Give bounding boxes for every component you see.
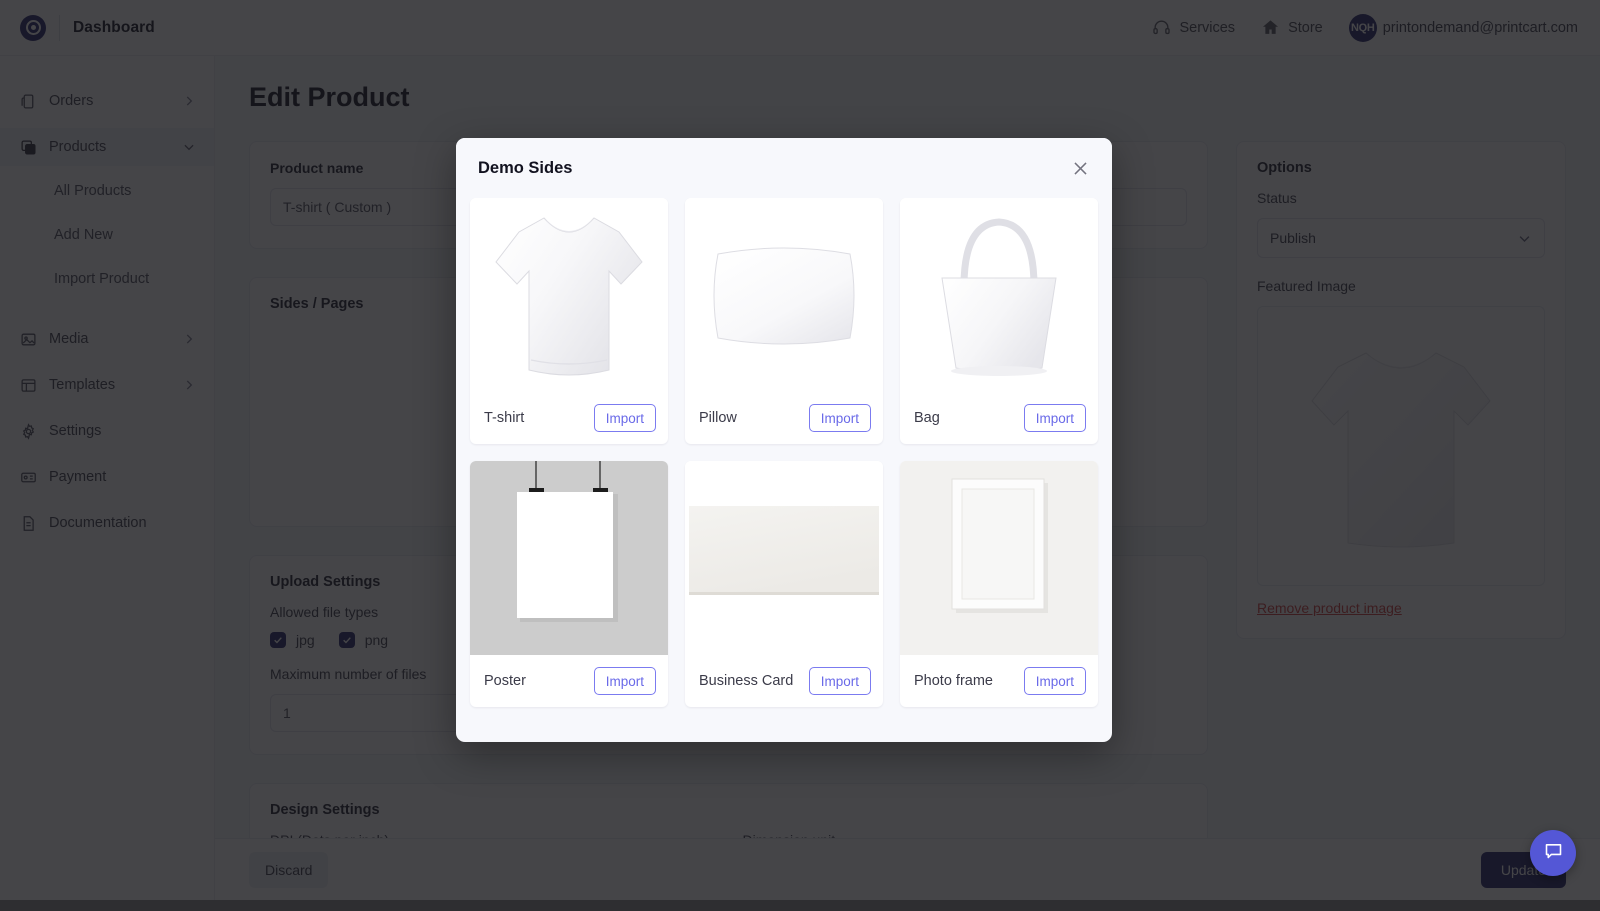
demo-thumb [685, 461, 883, 655]
modal-body: T-shirt Import [456, 198, 1112, 742]
demo-card-pillow[interactable]: Pillow Import [685, 198, 883, 444]
photo-frame-image [904, 461, 1094, 655]
modal-title: Demo Sides [478, 159, 572, 178]
demo-thumb [685, 198, 883, 392]
chat-bubble-icon [1543, 840, 1564, 866]
demo-card-business-card[interactable]: Business Card Import [685, 461, 883, 707]
demo-thumb [900, 198, 1098, 392]
demo-thumb [470, 198, 668, 392]
import-button[interactable]: Import [1024, 404, 1086, 432]
demo-card-tshirt[interactable]: T-shirt Import [470, 198, 668, 444]
import-button[interactable]: Import [594, 667, 656, 695]
import-button[interactable]: Import [1024, 667, 1086, 695]
demo-card-footer: Pillow Import [685, 392, 883, 444]
demo-card-name: Pillow [699, 410, 737, 426]
import-button[interactable]: Import [809, 667, 871, 695]
demo-card-name: T-shirt [484, 410, 524, 426]
demo-card-poster[interactable]: Poster Import [470, 461, 668, 707]
import-button[interactable]: Import [594, 404, 656, 432]
demo-thumb [470, 461, 668, 655]
demo-card-footer: Poster Import [470, 655, 668, 707]
demo-card-photo-frame[interactable]: Photo frame Import [900, 461, 1098, 707]
demo-card-name: Photo frame [914, 673, 993, 689]
demo-card-name: Poster [484, 673, 526, 689]
chat-widget-button[interactable] [1530, 830, 1576, 876]
modal-header: Demo Sides [456, 138, 1112, 198]
bag-image [924, 208, 1074, 383]
poster-image [474, 461, 664, 655]
import-button[interactable]: Import [809, 404, 871, 432]
demo-card-bag[interactable]: Bag Import [900, 198, 1098, 444]
tshirt-image [489, 208, 649, 383]
demo-card-name: Bag [914, 410, 940, 426]
demo-card-footer: Bag Import [900, 392, 1098, 444]
business-card-image [689, 461, 879, 655]
demo-card-name: Business Card [699, 673, 793, 689]
close-icon[interactable] [1066, 154, 1094, 182]
demo-card-footer: Photo frame Import [900, 655, 1098, 707]
demo-sides-modal: Demo Sides [456, 138, 1112, 742]
demo-card-footer: Business Card Import [685, 655, 883, 707]
pillow-image [704, 230, 864, 360]
demo-thumb [900, 461, 1098, 655]
demo-sides-grid: T-shirt Import [470, 198, 1098, 707]
demo-card-footer: T-shirt Import [470, 392, 668, 444]
